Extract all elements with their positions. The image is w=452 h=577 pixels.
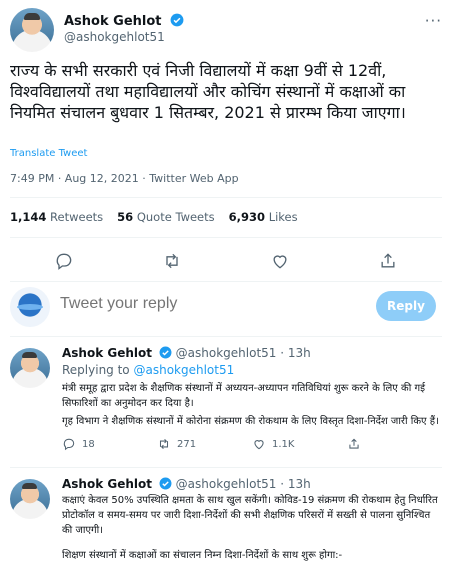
reply-paragraph: कक्षाएं केवल 50% उपस्थिति क्षमता के साथ … [62,495,438,536]
reply-author-name[interactable]: Ashok Gehlot [62,346,152,360]
share-icon [349,438,359,449]
likes-stat[interactable]: 6,930 Likes [229,210,298,224]
more-icon[interactable]: ··· [425,12,442,30]
reply-action-retweet[interactable]: 271 [157,437,252,451]
reply-paragraph: मंत्री समूह द्वारा प्रदेश के शैक्षणिक सं… [62,383,425,409]
reply-button[interactable]: Reply [376,291,436,321]
like-icon [254,440,264,450]
likes-label: Likes [268,210,298,224]
author-avatar[interactable] [10,8,54,52]
tweet-header: Ashok Gehlot @ashokgehlot51 ··· [10,8,442,52]
quotes-count: 56 [117,210,134,224]
reply-header: Ashok Gehlot @ashokgehlot51 · 13h [62,346,442,360]
verified-badge-icon [159,346,172,359]
reply-time[interactable]: · 13h [280,346,311,360]
reply-header: Ashok Gehlot @ashokgehlot51 · 13h [62,477,442,491]
divider [10,197,442,198]
tweet-stats: 1,144 Retweets 56 Quote Tweets 6,930 Lik… [10,210,298,224]
retweets-label: Retweets [50,210,104,224]
tweet-text: राज्य के सभी सरकारी एवं निजी विद्यालयों … [10,61,406,122]
quotes-label: Quote Tweets [136,210,215,224]
retweet-icon [159,438,169,450]
reply-author-handle[interactable]: @ashokgehlot51 [176,346,277,360]
reply-action-like[interactable]: 1.1K [252,437,347,451]
replying-to-link[interactable]: @ashokgehlot51 [133,363,234,377]
reply-count: 18 [82,438,95,450]
verified-badge-icon [170,13,184,27]
reply-icon[interactable] [54,251,74,271]
reply-action-reply[interactable]: 18 [62,437,157,451]
reply-paragraph: शिक्षण संस्थानों में कक्षाओं का संचालन न… [62,550,343,561]
reply-input[interactable] [60,295,350,313]
user-avatar[interactable] [10,287,50,327]
reply-action-share[interactable] [347,437,442,451]
divider [10,237,442,238]
divider [10,336,442,337]
retweets-count: 1,144 [10,210,47,224]
like-count: 1.1K [272,438,295,450]
reply-author-avatar[interactable] [10,348,50,388]
author-handle[interactable]: @ashokgehlot51 [64,30,165,44]
reply-actions: 18 271 1.1K [62,437,442,451]
retweet-count: 271 [177,438,197,450]
reply-author-avatar[interactable] [10,479,50,519]
like-icon[interactable] [270,251,290,271]
reply-composer: Reply [10,287,442,327]
reply-text: मंत्री समूह द्वारा प्रदेश के शैक्षणिक सं… [62,381,442,429]
translate-tweet-link[interactable]: Translate Tweet [10,148,87,159]
quotes-stat[interactable]: 56 Quote Tweets [117,210,214,224]
reply-text: कक्षाएं केवल 50% उपस्थिति क्षमता के साथ … [62,493,442,563]
retweets-stat[interactable]: 1,144 Retweets [10,210,103,224]
divider [10,281,442,282]
author-name[interactable]: Ashok Gehlot [64,14,162,29]
likes-count: 6,930 [228,210,266,224]
replying-to: Replying to @ashokgehlot51 [62,363,442,377]
tweet-actions [10,248,442,274]
replying-prefix: Replying to [62,363,130,377]
reply-time[interactable]: · 13h [280,477,311,491]
reply-author-name[interactable]: Ashok Gehlot [62,477,152,491]
tweet-meta: 7:49 PM · Aug 12, 2021 · Twitter Web App [10,172,239,185]
reply-author-handle[interactable]: @ashokgehlot51 [176,477,277,491]
share-icon[interactable] [378,251,398,271]
retweet-icon[interactable] [162,251,182,271]
reply-paragraph: गृह विभाग ने शैक्षणिक संस्थानों में कोरो… [62,416,439,427]
reply-icon [63,438,75,451]
divider [10,467,442,468]
verified-badge-icon [159,477,172,490]
